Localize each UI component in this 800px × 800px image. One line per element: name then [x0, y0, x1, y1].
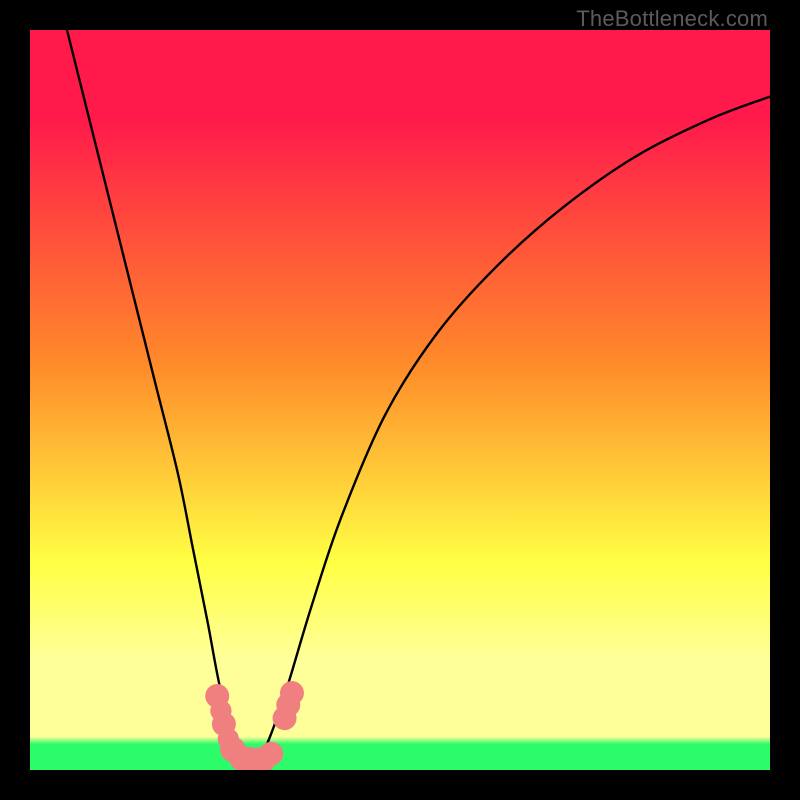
plot-area: [30, 30, 770, 770]
highlight-dots: [205, 681, 304, 770]
highlight-dot: [259, 742, 283, 766]
curve-layer: [30, 30, 770, 770]
watermark-text: TheBottleneck.com: [576, 6, 768, 32]
chart-stage: TheBottleneck.com: [0, 0, 800, 800]
highlight-dot: [280, 681, 304, 705]
bottleneck-curve: [67, 30, 770, 760]
